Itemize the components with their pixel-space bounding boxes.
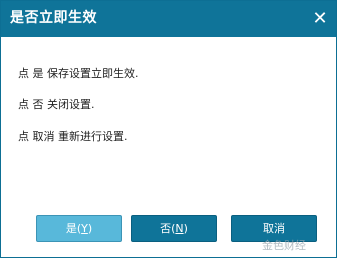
watermark: 金色财经: [262, 239, 306, 252]
cancel-button-label: 取消: [263, 222, 285, 235]
message-yes: 点 是 保存设置立即生效.: [18, 67, 139, 80]
confirm-dialog: 是否立即生效 ✕ 点 是 保存设置立即生效. 点 否 关闭设置. 点 取消 重新…: [0, 0, 337, 258]
yes-button-label: 是: [65, 222, 77, 235]
yes-accel-key: Y: [81, 222, 88, 235]
message-no: 点 否 关闭设置.: [18, 98, 95, 111]
close-icon[interactable]: ✕: [308, 7, 332, 31]
dialog-title: 是否立即生效: [10, 10, 97, 26]
no-accel-key: N: [175, 222, 184, 235]
no-button[interactable]: 否(N): [131, 215, 217, 242]
message-cancel: 点 取消 重新进行设置.: [18, 130, 128, 143]
title-bar[interactable]: 是否立即生效 ✕: [1, 1, 336, 37]
yes-button[interactable]: 是(Y): [36, 215, 122, 242]
yes-accel-close: ): [87, 222, 93, 235]
no-button-label: 否: [160, 222, 172, 235]
no-accel-close: ): [183, 222, 188, 235]
